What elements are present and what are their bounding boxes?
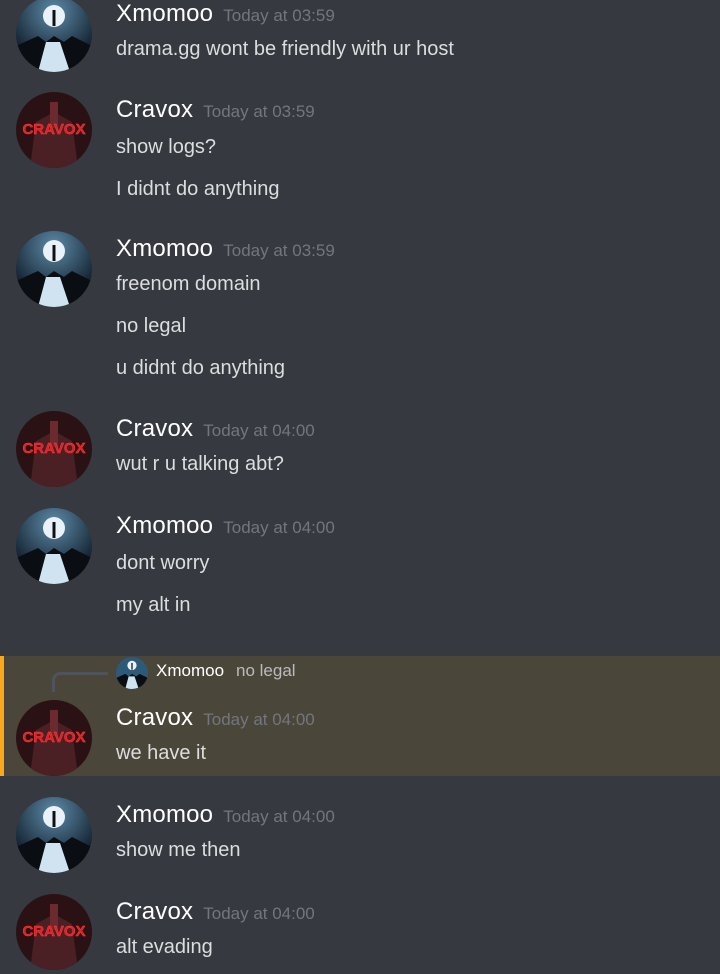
timestamp: Today at 03:59 <box>203 102 315 121</box>
username[interactable]: Cravox <box>116 415 193 442</box>
avatar-cravox[interactable]: CRAVOX <box>16 411 92 487</box>
message-text: wut r u talking abt? <box>116 453 284 475</box>
avatar-xmomoo[interactable] <box>16 231 92 307</box>
timestamp: Today at 04:00 <box>223 807 335 826</box>
message-text: alt evading <box>116 936 213 958</box>
message-group-highlighted[interactable]: CRAVOX Cravox Today at 04:00 we have it <box>0 700 720 776</box>
red-text-dark-avatar-icon: CRAVOX <box>16 92 92 168</box>
avatar-xmomoo[interactable] <box>16 797 92 873</box>
red-text-dark-avatar-icon: CRAVOX <box>16 411 92 487</box>
username[interactable]: Cravox <box>116 704 193 731</box>
message-text: we have it <box>116 742 207 764</box>
timestamp: Today at 04:00 <box>203 904 315 923</box>
reply-username[interactable]: Xmomoo <box>156 661 224 681</box>
message-text: drama.gg wont be friendly with ur host <box>116 38 454 60</box>
timestamp: Today at 04:00 <box>223 518 335 537</box>
avatar-cravox[interactable]: CRAVOX <box>16 894 92 970</box>
reply-text[interactable]: no legal <box>236 661 296 681</box>
username[interactable]: Xmomoo <box>116 235 213 262</box>
message-group[interactable]: Xmomoo Today at 03:59 freenom domain no l… <box>0 231 720 395</box>
message-text: I didnt do anything <box>116 178 280 200</box>
night-sky-figure-avatar-icon <box>16 0 92 72</box>
svg-text:CRAVOX: CRAVOX <box>22 923 85 940</box>
message-group[interactable]: CRAVOX Cravox Today at 03:59 show logs? I… <box>0 92 720 216</box>
svg-text:CRAVOX: CRAVOX <box>22 121 85 138</box>
timestamp: Today at 04:00 <box>203 421 315 440</box>
reply-avatar-xmomoo <box>116 657 148 689</box>
message-text: show me then <box>116 839 241 861</box>
message-group[interactable]: Xmomoo Today at 03:59 drama.gg wont be fr… <box>0 0 720 80</box>
avatar-xmomoo[interactable] <box>16 0 92 72</box>
message-text: dont worry <box>116 552 210 574</box>
username[interactable]: Xmomoo <box>116 512 213 539</box>
night-sky-figure-avatar-icon <box>16 797 92 873</box>
message-group[interactable]: Xmomoo Today at 04:00 dont worry my alt i… <box>0 508 720 632</box>
avatar-cravox[interactable]: CRAVOX <box>16 92 92 168</box>
message-text: my alt in <box>116 594 191 616</box>
red-text-dark-avatar-icon: CRAVOX <box>16 894 92 970</box>
message-group[interactable]: CRAVOX Cravox Today at 04:00 wut r u talk… <box>0 411 720 495</box>
timestamp: Today at 03:59 <box>223 241 335 260</box>
night-sky-figure-avatar-icon <box>16 508 92 584</box>
night-sky-figure-avatar-icon <box>116 657 148 689</box>
svg-text:CRAVOX: CRAVOX <box>22 440 85 457</box>
message-text: freenom domain <box>116 273 261 295</box>
message-text: show logs? <box>116 136 217 158</box>
reply-spine <box>52 672 108 692</box>
username[interactable]: Cravox <box>116 898 193 925</box>
message-group[interactable]: Xmomoo Today at 04:00 show me then <box>0 797 720 881</box>
message-group[interactable]: CRAVOX Cravox Today at 04:00 alt evading <box>0 894 720 974</box>
message-text: u didnt do anything <box>116 357 286 379</box>
timestamp: Today at 04:00 <box>203 710 315 729</box>
svg-text:CRAVOX: CRAVOX <box>22 729 85 746</box>
message-text: no legal <box>116 315 187 337</box>
username[interactable]: Cravox <box>116 96 193 123</box>
timestamp: Today at 03:59 <box>223 6 335 25</box>
username[interactable]: Xmomoo <box>116 0 213 27</box>
night-sky-figure-avatar-icon <box>16 231 92 307</box>
avatar-xmomoo[interactable] <box>16 508 92 584</box>
avatar-cravox[interactable]: CRAVOX <box>16 700 92 776</box>
username[interactable]: Xmomoo <box>116 801 213 828</box>
red-text-dark-avatar-icon: CRAVOX <box>16 700 92 776</box>
